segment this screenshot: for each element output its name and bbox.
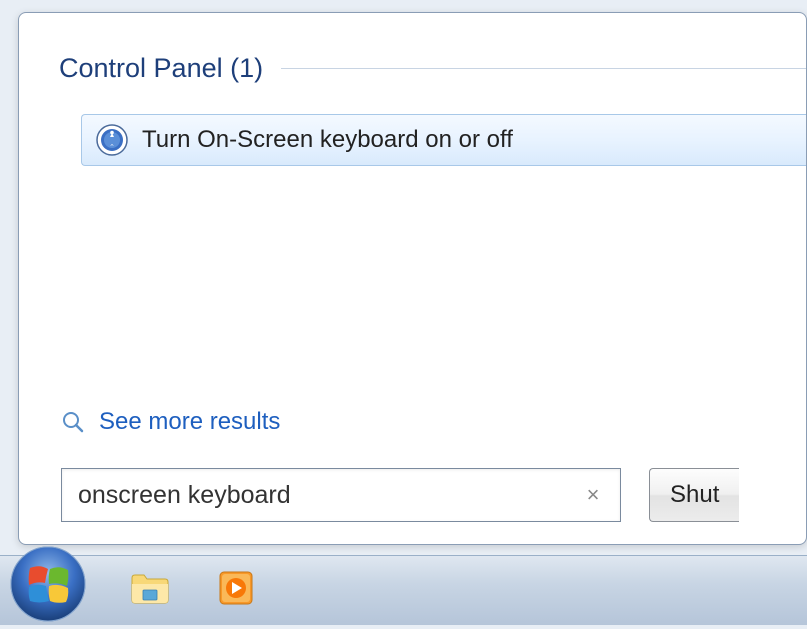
category-label: Control Panel (1): [59, 53, 263, 84]
shutdown-button[interactable]: Shut: [649, 468, 739, 522]
start-button[interactable]: [8, 544, 88, 624]
search-box[interactable]: ×: [61, 468, 621, 522]
search-row: × Shut: [61, 468, 806, 522]
taskbar-media-player-button[interactable]: [212, 570, 260, 612]
category-divider: [281, 68, 806, 69]
folder-icon: [129, 570, 171, 611]
result-label: Turn On-Screen keyboard on or off: [142, 126, 513, 154]
accessibility-icon: [96, 124, 128, 156]
taskbar: [0, 555, 807, 625]
media-player-icon: [218, 570, 254, 611]
search-input[interactable]: [78, 481, 582, 510]
clear-icon[interactable]: ×: [582, 484, 604, 506]
search-icon: [61, 410, 85, 434]
result-item-onscreen-keyboard[interactable]: Turn On-Screen keyboard on or off: [81, 114, 806, 166]
taskbar-explorer-button[interactable]: [126, 570, 174, 612]
see-more-label: See more results: [99, 408, 280, 436]
see-more-results[interactable]: See more results: [61, 408, 280, 436]
category-header: Control Panel (1): [59, 53, 806, 84]
start-menu-panel: Control Panel (1) Turn On-Screen keyboar…: [18, 12, 807, 545]
shutdown-label: Shut: [670, 481, 719, 509]
